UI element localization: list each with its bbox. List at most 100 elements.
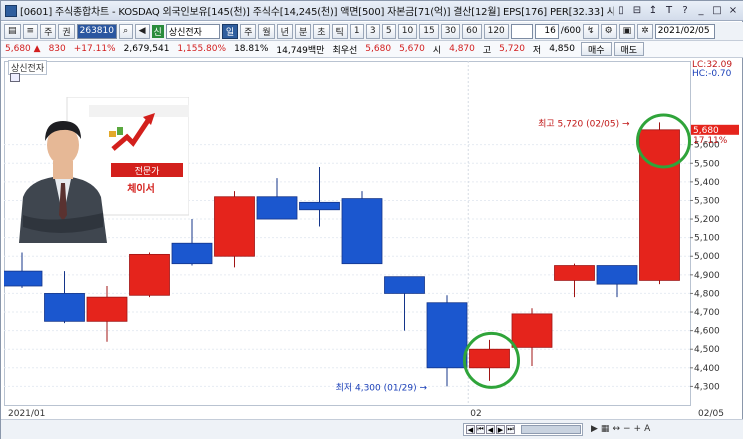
buy-button[interactable]: 매수: [580, 42, 612, 56]
interval-15[interactable]: 15: [419, 23, 439, 39]
zoom-in-icon[interactable]: +: [634, 424, 642, 434]
candle-body: [384, 276, 425, 294]
font-size-icon[interactable]: A: [644, 424, 650, 434]
export-icon[interactable]: ↥: [646, 5, 660, 16]
toolbar: ▤ ≡ 주 권 263810 ⌕ ◀ 신 상신전자 일 주 월 년 분 초 틱 …: [1, 22, 743, 41]
maximize-button[interactable]: □: [710, 5, 724, 16]
candle-body: [554, 265, 595, 281]
scroll-prev-icon[interactable]: ◀: [486, 425, 495, 434]
volume-percent: 1,155.80%: [177, 44, 227, 54]
bottom-bar: ◀ ⏮ ◀ ▶ ⏭ ▶ ▦ ↔ − + A: [1, 419, 743, 439]
right-button[interactable]: 권: [58, 23, 75, 39]
zoom-out-icon[interactable]: −: [623, 424, 631, 434]
interval-3[interactable]: 3: [365, 23, 380, 39]
interval-120[interactable]: 120: [483, 23, 509, 39]
list-icon[interactable]: ≡: [22, 23, 39, 39]
change-percent: +17.11%: [73, 44, 116, 54]
gear-icon[interactable]: ✲: [637, 23, 653, 39]
y-tick-label: 5,300: [694, 196, 720, 206]
help-icon[interactable]: ?: [678, 5, 692, 16]
zoom-range-icon[interactable]: ↔: [612, 424, 620, 434]
analyst-illustration: 전문가 체이서: [19, 97, 189, 243]
candle-body: [469, 348, 510, 369]
candle-body: [639, 129, 680, 281]
scroll-right-icon[interactable]: ▶: [591, 424, 598, 434]
interval-input[interactable]: [510, 23, 533, 39]
interval-30[interactable]: 30: [440, 23, 461, 39]
settings-icon[interactable]: ⚙: [600, 23, 617, 39]
scrollbar-thumb[interactable]: [521, 425, 581, 434]
search-icon[interactable]: ⌕: [118, 23, 133, 39]
close-button[interactable]: ×: [726, 5, 740, 16]
best-bid: 5,670: [399, 44, 425, 54]
candle-body: [214, 196, 255, 257]
x-label: 02: [470, 409, 481, 419]
stock-code-input[interactable]: 263810: [76, 23, 117, 39]
sell-button[interactable]: 매도: [613, 42, 645, 56]
interval-60[interactable]: 60: [462, 23, 482, 39]
window-title: [0601] 주식종합차트 - KOSDAQ 외국인보유[145(천)] 주식수…: [20, 7, 614, 18]
candle-body: [171, 242, 213, 265]
y-tick-label: 4,600: [694, 327, 720, 337]
last-pct-label: 17.11%: [693, 136, 728, 146]
split-icon[interactable]: ⊟: [630, 5, 644, 16]
tools-icon[interactable]: ↯: [583, 23, 599, 39]
pin-icon[interactable]: ▯: [614, 5, 628, 16]
candle-body: [44, 293, 85, 322]
candle-body: [511, 313, 553, 348]
price-info-row: 5,680 ▲ 830 +17.11% 2,679,541 1,155.80% …: [1, 41, 743, 58]
candle-body: [299, 201, 340, 211]
x-label: 2021/01: [8, 409, 45, 419]
count-total: /600: [560, 26, 582, 36]
candle-body: [86, 296, 128, 322]
interval-10[interactable]: 10: [397, 23, 418, 39]
scroll-play-icon[interactable]: ▶: [496, 425, 505, 434]
sound-icon[interactable]: ◀: [134, 23, 150, 39]
text-icon[interactable]: T: [662, 5, 676, 16]
last-price-label: 5,680: [693, 126, 719, 136]
high-annotation: 최고 5,720 (02/05) →: [538, 118, 630, 129]
y-tick-label: 4,900: [694, 271, 720, 281]
count-input[interactable]: 16: [534, 23, 559, 39]
candle-body: [341, 198, 383, 265]
y-tick-label: 4,800: [694, 289, 720, 299]
candle-body: [129, 253, 170, 296]
period-tick[interactable]: 틱: [331, 23, 348, 39]
minimize-button[interactable]: _: [694, 5, 708, 16]
open-price: 4,870: [449, 44, 475, 54]
price-change: 830: [48, 44, 66, 54]
stock-type-button[interactable]: 주: [40, 23, 57, 39]
period-month[interactable]: 월: [258, 23, 275, 39]
y-tick-label: 5,500: [694, 159, 720, 169]
menu-icon[interactable]: ▤: [4, 23, 21, 39]
y-tick-label: 4,300: [694, 382, 720, 392]
grid-icon[interactable]: ▦: [601, 424, 610, 434]
period-minute[interactable]: 분: [294, 23, 312, 39]
x-label: 02/05: [698, 409, 724, 419]
save-icon[interactable]: ▣: [618, 23, 636, 39]
y-tick-label: 4,400: [694, 364, 720, 374]
interval-1[interactable]: 1: [349, 23, 364, 39]
chart-settings-icon[interactable]: [10, 73, 20, 82]
date-input[interactable]: 2021/02/05: [654, 23, 715, 39]
scroll-first-icon[interactable]: ⏮: [476, 425, 485, 434]
scroll-next-icon[interactable]: ⏭: [506, 425, 515, 434]
period-week[interactable]: 주: [240, 23, 257, 39]
y-tick-label: 5,400: [694, 178, 720, 188]
candle-body: [596, 265, 638, 285]
y-tick-label: 5,000: [694, 252, 720, 262]
scroll-left-icon[interactable]: ◀: [466, 425, 475, 434]
volume: 2,679,541: [123, 44, 170, 54]
high-label: 고: [482, 45, 492, 56]
period-second[interactable]: 초: [313, 23, 330, 39]
market-badge: 신: [151, 24, 164, 38]
candle-body: [426, 302, 468, 369]
analyst-name: 체이서: [127, 182, 155, 195]
stock-name-field[interactable]: 상신전자: [165, 23, 220, 39]
app-icon: [5, 4, 17, 17]
period-year[interactable]: 년: [276, 23, 293, 39]
interval-5[interactable]: 5: [381, 23, 396, 39]
period-day[interactable]: 일: [221, 23, 239, 39]
best-quote-label: 최우선: [332, 45, 358, 56]
zoom-tools: ▶ ▦ ↔ − + A: [591, 424, 650, 434]
